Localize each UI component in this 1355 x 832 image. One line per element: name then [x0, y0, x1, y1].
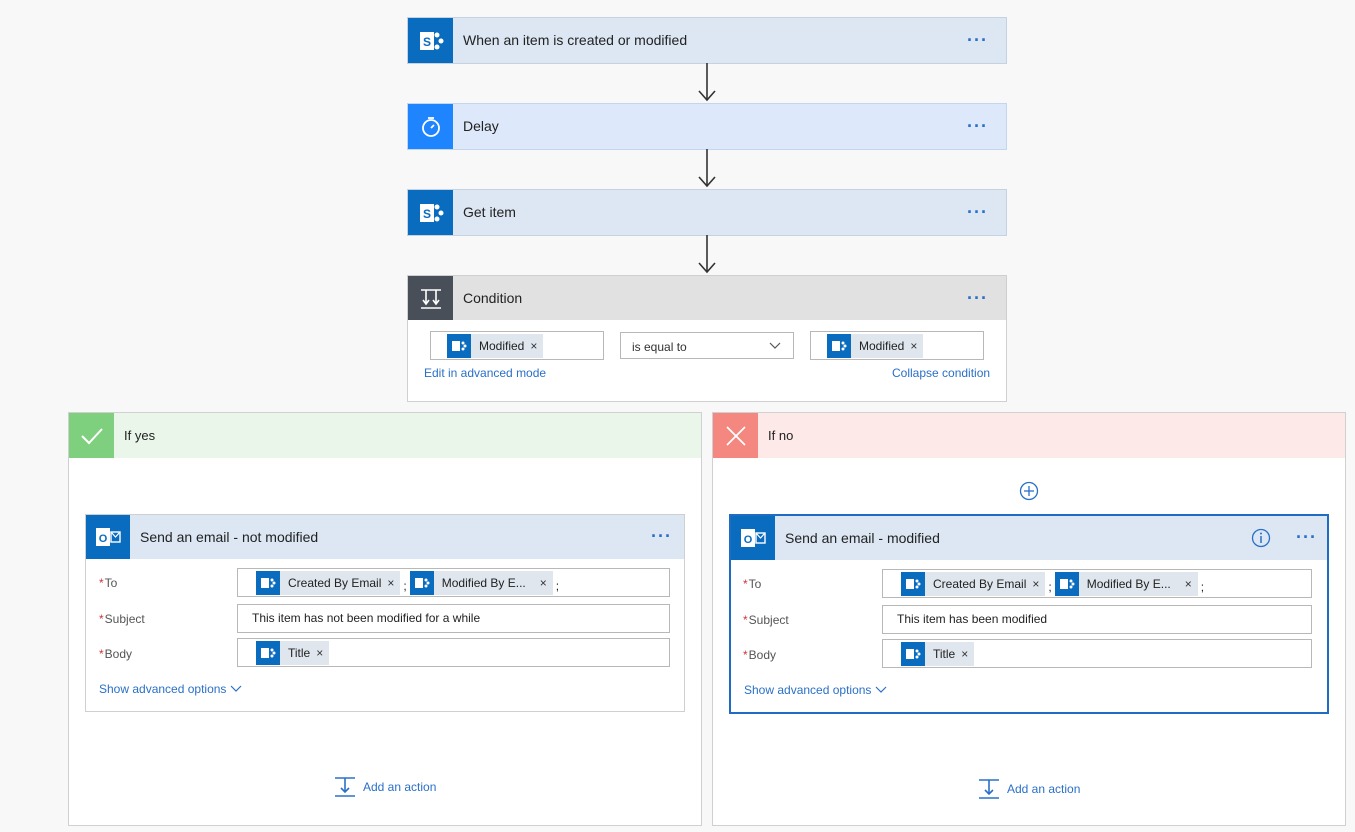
token-title: Title × [901, 642, 975, 666]
collapse-condition-link[interactable]: Collapse condition [892, 366, 990, 380]
more-options-icon[interactable]: ··· [651, 526, 672, 547]
body-label: *Body [99, 647, 133, 661]
subject-label: *Subject [743, 613, 789, 627]
remove-token-icon[interactable]: × [316, 646, 323, 660]
card-title: Send an email - modified [785, 530, 940, 546]
remove-token-icon[interactable]: × [910, 339, 917, 353]
svg-text:S: S [422, 35, 430, 49]
more-options-icon[interactable]: ··· [967, 288, 988, 309]
get-item-title: Get item [463, 204, 516, 220]
sharepoint-icon [901, 572, 925, 596]
email-card-modified[interactable]: O Send an email - modified ··· *To Creat… [729, 514, 1329, 714]
remove-token-icon[interactable]: × [540, 576, 547, 590]
token-modified: Modified × [827, 334, 924, 358]
outlook-icon: O [731, 516, 775, 560]
show-advanced-options-link[interactable]: Show advanced options [99, 682, 242, 696]
trigger-step[interactable]: S When an item is created or modified ··… [407, 17, 1007, 64]
arrow-down-icon [698, 63, 716, 102]
sharepoint-icon: S [408, 190, 453, 235]
check-icon [69, 413, 114, 458]
edit-advanced-mode-link[interactable]: Edit in advanced mode [424, 366, 546, 380]
add-action-icon [335, 777, 355, 797]
token-label: Modified [859, 339, 905, 353]
condition-title: Condition [463, 290, 523, 306]
remove-token-icon[interactable]: × [530, 339, 537, 353]
add-action-icon [979, 779, 999, 799]
token-created-by-email: Created By Email × [256, 571, 401, 595]
subject-label: *Subject [99, 612, 145, 626]
token-modified: Modified × [447, 334, 544, 358]
condition-icon [408, 276, 453, 321]
token-created-by-email: Created By Email × [901, 572, 1046, 596]
svg-text:O: O [744, 534, 753, 546]
arrow-down-icon [698, 149, 716, 188]
condition-left-operand[interactable]: Modified × [430, 331, 604, 360]
operator-dropdown[interactable]: is equal to [620, 332, 794, 359]
sharepoint-icon [827, 334, 851, 358]
card-title: Send an email - not modified [140, 529, 319, 545]
sharepoint-icon [256, 641, 280, 665]
card-header: O Send an email - modified ··· [731, 516, 1327, 560]
branch-title: If yes [124, 428, 156, 443]
subject-field[interactable]: This item has not been modified for a wh… [237, 604, 670, 633]
delay-step[interactable]: Delay ··· [407, 103, 1007, 150]
more-options-icon[interactable]: ··· [967, 30, 988, 51]
chevron-down-icon [230, 685, 242, 692]
token-modified-by-email: Modified By E... × [1054, 572, 1198, 596]
more-options-icon[interactable]: ··· [967, 116, 988, 137]
to-field[interactable]: Created By Email × ; Modified By E... × ; [882, 569, 1312, 598]
to-label: *To [743, 577, 762, 591]
delay-title: Delay [463, 118, 499, 134]
token-label: Modified [479, 339, 525, 353]
chevron-down-icon [769, 342, 781, 349]
svg-text:S: S [422, 207, 430, 221]
add-action-button-no[interactable]: Add an action [978, 778, 1080, 800]
outlook-icon: O [86, 515, 130, 559]
to-field[interactable]: Created By Email × ; Modified By E... × ; [237, 568, 670, 597]
arrow-down-icon [698, 235, 716, 274]
chevron-down-icon [875, 686, 887, 693]
branch-header: If yes [69, 413, 701, 458]
sharepoint-icon [447, 334, 471, 358]
sharepoint-icon [256, 571, 280, 595]
condition-right-operand[interactable]: Modified × [810, 331, 984, 360]
card-header: O Send an email - not modified ··· [86, 515, 684, 559]
body-label: *Body [743, 648, 777, 662]
timer-icon [408, 104, 453, 149]
body-field[interactable]: Title × [237, 638, 670, 667]
sharepoint-icon [1054, 572, 1079, 596]
add-action-button-yes[interactable]: Add an action [334, 776, 436, 798]
branch-title: If no [768, 428, 794, 443]
svg-text:O: O [99, 533, 108, 545]
condition-step[interactable]: Condition ··· [407, 275, 1007, 322]
more-options-icon[interactable]: ··· [967, 202, 988, 223]
body-field[interactable]: Title × [882, 639, 1312, 668]
sharepoint-icon [901, 642, 925, 666]
remove-token-icon[interactable]: × [961, 647, 968, 661]
insert-step-plus-icon[interactable] [1019, 481, 1039, 501]
more-options-icon[interactable]: ··· [1296, 527, 1317, 548]
close-icon [713, 413, 758, 458]
get-item-step[interactable]: S Get item ··· [407, 189, 1007, 236]
show-advanced-options-link[interactable]: Show advanced options [744, 683, 887, 697]
branch-header: If no [713, 413, 1345, 458]
sharepoint-icon: S [408, 18, 453, 63]
token-modified-by-email: Modified By E... × [409, 571, 553, 595]
sharepoint-icon [409, 571, 434, 595]
email-card-not-modified[interactable]: O Send an email - not modified ··· *To C… [85, 514, 685, 712]
token-title: Title × [256, 641, 330, 665]
operator-value: is equal to [632, 340, 687, 354]
subject-field[interactable]: This item has been modified [882, 605, 1312, 634]
remove-token-icon[interactable]: × [1185, 577, 1192, 591]
info-icon[interactable] [1251, 528, 1271, 548]
remove-token-icon[interactable]: × [1032, 577, 1039, 591]
trigger-title: When an item is created or modified [463, 32, 688, 48]
remove-token-icon[interactable]: × [387, 576, 394, 590]
to-label: *To [99, 576, 118, 590]
